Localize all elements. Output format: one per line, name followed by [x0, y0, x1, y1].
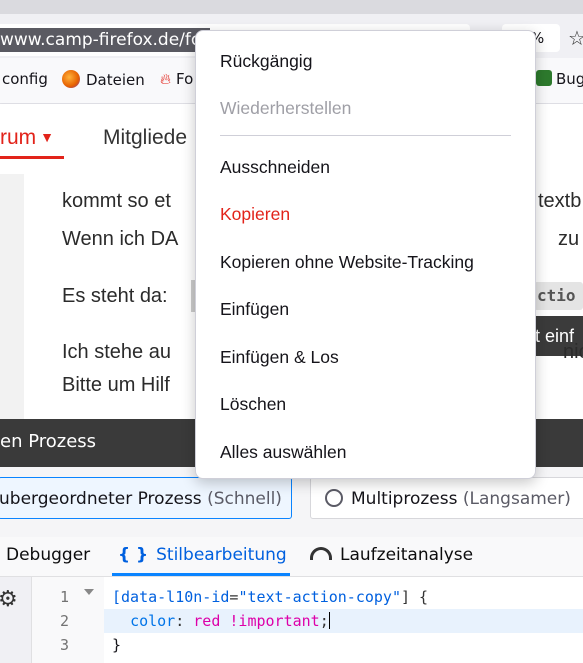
line-number: 3 [60, 636, 70, 654]
bookmark-fo[interactable]: 🔥︎ Fo [160, 70, 193, 88]
code-property: color [130, 612, 176, 630]
multi-process-hint: (Langsamer) [462, 489, 571, 509]
code-string: "text-action-copy" [238, 588, 401, 606]
nav-forum-label: rum [0, 126, 37, 149]
code-colon: : [175, 612, 194, 630]
tab-style-editor-label: Stilbearbeitung [156, 545, 287, 565]
url-text-selected[interactable]: www.camp-firefox.de/fo [0, 28, 210, 52]
bookmark-fo-label: Fo [176, 70, 194, 88]
single-process-hint: (Schnell) [207, 489, 282, 509]
firefox-icon [62, 70, 80, 88]
multi-process-label: Multiprozess [351, 489, 458, 509]
code-attribute: data-l10n-id [121, 588, 230, 606]
single-process-label: ubergeordneter Prozess [0, 489, 202, 509]
stylesheet-list: ⚙ [0, 577, 32, 663]
code-line-3[interactable]: } [112, 636, 121, 654]
braces-icon: { } [118, 545, 149, 565]
tab-performance[interactable]: Laufzeitanalyse [310, 545, 473, 565]
gauge-icon [310, 547, 332, 560]
code-line-1[interactable]: [data-l10n-id="text-action-copy"] { [112, 588, 428, 606]
post-text-line-2: Wenn ich DA [62, 228, 179, 250]
style-editor[interactable]: ⚙ 1 2 3 [data-l10n-id="text-action-copy"… [0, 577, 583, 663]
code-line-2[interactable]: color: red !important; [112, 612, 330, 630]
radio-icon[interactable] [325, 489, 343, 507]
bookmark-bug-label: Bug [556, 70, 583, 88]
tab-active-indicator [112, 573, 290, 576]
code-close: ] { [401, 588, 429, 606]
menu-item-paste-and-go[interactable]: Einfügen & Los [220, 347, 339, 368]
single-process-option[interactable]: ubergeordneter Prozess (Schnell) [0, 477, 292, 519]
menu-item-undo[interactable]: Rückgängig [220, 51, 312, 72]
menu-item-cut[interactable]: Ausschneiden [220, 157, 330, 178]
menu-item-copy-without-tracking[interactable]: Kopieren ohne Website-Tracking [220, 252, 474, 273]
nav-active-indicator [0, 156, 64, 159]
line-number: 2 [60, 612, 70, 630]
post-text-line-3: Es steht da: [62, 285, 168, 307]
post-text-line-4-right: nich [563, 341, 583, 363]
post-text-line-4: Ich stehe au [62, 341, 171, 363]
post-text-line-2-right: zu er [558, 228, 583, 250]
post-text-line-1: kommt so et [62, 190, 171, 212]
bookmark-star-icon[interactable]: ☆ [568, 24, 583, 52]
menu-separator [220, 135, 511, 136]
inline-code: ctio [534, 282, 583, 310]
line-number: 1 [60, 588, 70, 606]
nav-forum[interactable]: rum ▼ [0, 126, 54, 150]
gear-icon[interactable]: ⚙ [0, 587, 18, 612]
menu-item-select-all[interactable]: Alles auswählen [220, 442, 346, 463]
tab-style-editor[interactable]: { } Stilbearbeitung [118, 545, 287, 565]
devtools-tabbar: Debugger { } Stilbearbeitung Laufzeitanal… [0, 537, 583, 577]
context-menu: Rückgängig Wiederherstellen Ausschneiden… [195, 30, 536, 479]
bookmark-dateien[interactable]: Dateien [62, 70, 145, 89]
menu-item-copy[interactable]: Kopieren [220, 204, 290, 225]
code-value: red !important [193, 612, 320, 630]
process-dialog-title: en Prozess [0, 431, 97, 452]
multi-process-option[interactable]: Multiprozess (Langsamer) [310, 477, 583, 519]
nav-mitglieder[interactable]: Mitgliede [103, 126, 187, 150]
code-semicolon: ; [319, 612, 329, 630]
code-bracket: [ [112, 588, 122, 606]
menu-item-delete[interactable]: Löschen [220, 394, 286, 415]
text-cursor [328, 612, 330, 629]
menu-item-redo[interactable]: Wiederherstellen [220, 98, 351, 119]
post-text-line-1-right: textb [538, 190, 582, 212]
tab-strip [0, 0, 583, 14]
tab-performance-label: Laufzeitanalyse [340, 545, 474, 565]
bug-icon [536, 70, 552, 86]
menu-item-paste[interactable]: Einfügen [220, 299, 289, 320]
bookmark-bug[interactable]: Bug [536, 70, 583, 88]
tab-debugger[interactable]: Debugger [6, 545, 90, 565]
fold-arrow-icon[interactable] [84, 589, 94, 595]
bookmark-dateien-label: Dateien [86, 71, 145, 89]
flame-icon: 🔥︎ [160, 70, 172, 88]
bookmark-config[interactable]: config [2, 70, 48, 88]
post-text-line-5: Bitte um Hilf [62, 374, 170, 396]
caret-down-icon: ▼ [40, 129, 55, 145]
bookmark-config-label: config [2, 70, 48, 88]
